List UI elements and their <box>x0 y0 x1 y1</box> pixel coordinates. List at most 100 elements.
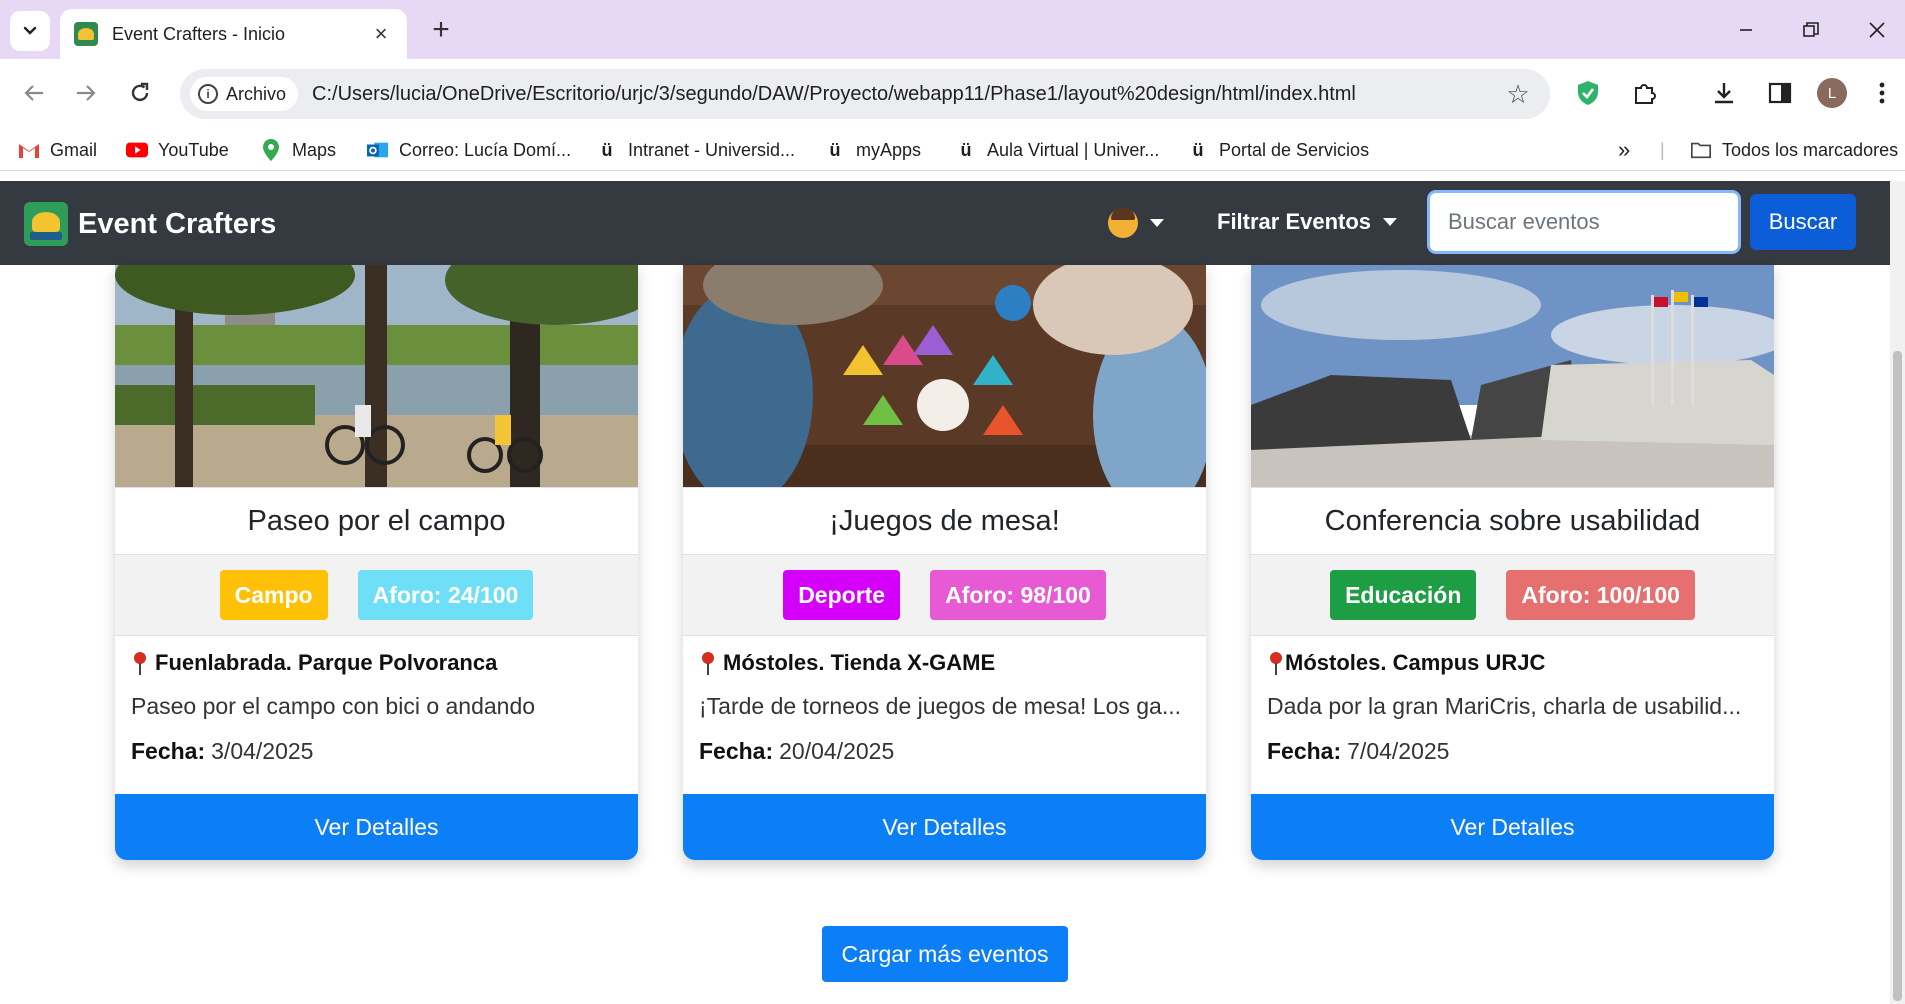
reload-icon[interactable] <box>120 73 160 113</box>
event-card: ¡Juegos de mesa! Deporte Aforo: 98/100 M… <box>683 265 1206 860</box>
view-details-button[interactable]: Ver Detalles <box>683 794 1206 860</box>
view-details-button[interactable]: Ver Detalles <box>115 794 638 860</box>
event-tags: Deporte Aforo: 98/100 <box>683 554 1206 636</box>
event-card: Conferencia sobre usabilidad Educación A… <box>1251 265 1774 860</box>
close-window-icon[interactable] <box>1857 10 1897 50</box>
bookmark-maps[interactable]: Maps <box>260 136 336 164</box>
map-pin-icon <box>131 650 149 676</box>
category-badge: Campo <box>219 570 328 620</box>
tab-title: Event Crafters - Inicio <box>112 23 286 44</box>
download-icon[interactable] <box>1704 73 1744 113</box>
bookmark-label: Maps <box>292 139 337 160</box>
address-bar[interactable]: i Archivo C:/Users/lucia/OneDrive/Escrit… <box>180 69 1550 119</box>
bookmark-intranet[interactable]: ü Intranet - Universid... <box>596 136 796 164</box>
all-bookmarks-folder[interactable]: Todos los marcadores <box>1690 136 1898 164</box>
caret-down-icon <box>1150 219 1164 227</box>
site-navbar: Event Crafters Filtrar Eventos Buscar <box>0 181 1890 265</box>
filter-events-dropdown[interactable]: Filtrar Eventos <box>1217 209 1398 235</box>
event-image-board-games <box>683 265 1206 487</box>
site-info-chip[interactable]: i Archivo <box>190 77 299 111</box>
site-info-label: Archivo <box>226 83 287 104</box>
brand[interactable]: Event Crafters <box>24 202 276 246</box>
bookmark-gmail[interactable]: Gmail <box>18 136 97 164</box>
event-tags: Educación Aforo: 100/100 <box>1251 554 1774 636</box>
bookmark-portal-servicios[interactable]: ü Portal de Servicios <box>1187 136 1370 164</box>
capacity-badge: Aforo: 24/100 <box>357 570 534 620</box>
side-panel-icon[interactable] <box>1760 73 1800 113</box>
event-image-campus <box>1251 265 1774 487</box>
extensions-puzzle-icon[interactable] <box>1625 73 1665 113</box>
user-avatar-icon <box>1108 208 1138 238</box>
capacity-badge: Aforo: 100/100 <box>1506 570 1695 620</box>
event-image-park <box>115 265 638 487</box>
event-location: Fuenlabrada. Parque Polvoranca <box>131 650 497 676</box>
event-location-text: Móstoles. Campus URJC <box>1285 650 1546 675</box>
bookmark-label: Correo: Lucía Domí... <box>399 139 572 160</box>
urjc-icon: ü <box>960 139 972 160</box>
bookmark-label: Gmail <box>50 139 98 160</box>
category-badge: Educación <box>1330 570 1477 620</box>
bookmark-label: Portal de Servicios <box>1219 139 1370 160</box>
all-bookmarks-label: Todos los marcadores <box>1722 139 1899 160</box>
event-description: Dada por la gran MariCris, charla de usa… <box>1267 693 1742 719</box>
profile-initial: L <box>1817 78 1847 108</box>
info-icon: i <box>198 84 218 104</box>
restore-window-icon[interactable] <box>1791 10 1831 50</box>
user-menu-dropdown[interactable] <box>1108 208 1164 238</box>
event-date: Fecha: 7/04/2025 <box>1267 738 1449 765</box>
event-description: Paseo por el campo con bici o andando <box>131 693 536 719</box>
tab-search-button[interactable] <box>10 11 50 51</box>
bookmark-aula-virtual[interactable]: ü Aula Virtual | Univer... <box>955 136 1160 164</box>
load-more-events-button[interactable]: Cargar más eventos <box>822 926 1068 982</box>
filter-events-label: Filtrar Eventos <box>1217 209 1372 234</box>
view-details-button[interactable]: Ver Detalles <box>1251 794 1774 860</box>
urjc-icon: ü <box>601 139 613 160</box>
event-location: Móstoles. Campus URJC <box>1267 650 1545 676</box>
web-page: Event Crafters Filtrar Eventos Buscar ev… <box>0 181 1890 1004</box>
minimize-window-icon[interactable] <box>1726 10 1766 50</box>
bookmark-youtube[interactable]: YouTube <box>126 136 229 164</box>
browser-tabstrip: Event Crafters - Inicio × + <box>0 0 1905 59</box>
bookmark-myapps[interactable]: ü myApps <box>824 136 922 164</box>
event-location: Móstoles. Tienda X-GAME <box>699 650 995 676</box>
event-title: ¡Juegos de mesa! <box>683 487 1206 554</box>
date-value: 3/04/2025 <box>211 738 314 764</box>
profile-avatar[interactable]: L <box>1812 73 1852 113</box>
event-location-text: Móstoles. Tienda X-GAME <box>723 650 996 675</box>
bookmark-label: Aula Virtual | Univer... <box>987 139 1160 160</box>
brand-name: Event Crafters <box>78 207 277 240</box>
browser-menu-icon[interactable] <box>1862 73 1902 113</box>
caret-down-icon <box>1383 218 1398 226</box>
map-pin-icon <box>1267 650 1285 676</box>
map-pin-icon <box>699 650 717 676</box>
page-scrollbar[interactable] <box>1890 181 1905 1004</box>
capacity-badge: Aforo: 98/100 <box>930 570 1106 620</box>
outlook-icon <box>367 139 389 161</box>
browser-toolbar: i Archivo C:/Users/lucia/OneDrive/Escrit… <box>0 59 1905 129</box>
bookmark-label: YouTube <box>158 139 229 160</box>
folder-icon <box>1690 139 1712 161</box>
bookmark-star-icon[interactable]: ☆ <box>1500 79 1536 110</box>
search-button[interactable]: Buscar <box>1750 194 1856 250</box>
bookmarks-overflow-chevron-icon[interactable]: » <box>1618 136 1630 164</box>
urjc-icon: ü <box>829 139 841 160</box>
forward-arrow-icon[interactable] <box>66 73 106 113</box>
bookmark-correo[interactable]: Correo: Lucía Domí... <box>367 136 571 164</box>
event-tags: Campo Aforo: 24/100 <box>115 554 638 636</box>
urjc-icon: ü <box>1192 139 1204 160</box>
date-label: Fecha: <box>131 738 206 764</box>
search-events-input[interactable] <box>1430 193 1738 251</box>
back-arrow-icon[interactable] <box>14 73 54 113</box>
date-label: Fecha: <box>1267 738 1342 764</box>
new-tab-plus-icon[interactable]: + <box>425 13 457 46</box>
event-description: ¡Tarde de torneos de juegos de mesa! Los… <box>699 693 1182 719</box>
chevron-down-icon <box>23 26 37 35</box>
url-text[interactable]: C:/Users/lucia/OneDrive/Escritorio/urjc/… <box>312 83 1500 106</box>
scrollbar-thumb[interactable] <box>1893 351 1902 1001</box>
event-location-text: Fuenlabrada. Parque Polvoranca <box>155 650 498 675</box>
shield-check-icon[interactable] <box>1568 73 1608 113</box>
browser-tab-active[interactable]: Event Crafters - Inicio × <box>60 9 407 59</box>
event-title: Conferencia sobre usabilidad <box>1251 487 1774 554</box>
bookmarks-bar: Gmail YouTube Maps Correo: Lucía Domí...… <box>0 129 1905 171</box>
close-tab-icon[interactable]: × <box>369 21 393 46</box>
